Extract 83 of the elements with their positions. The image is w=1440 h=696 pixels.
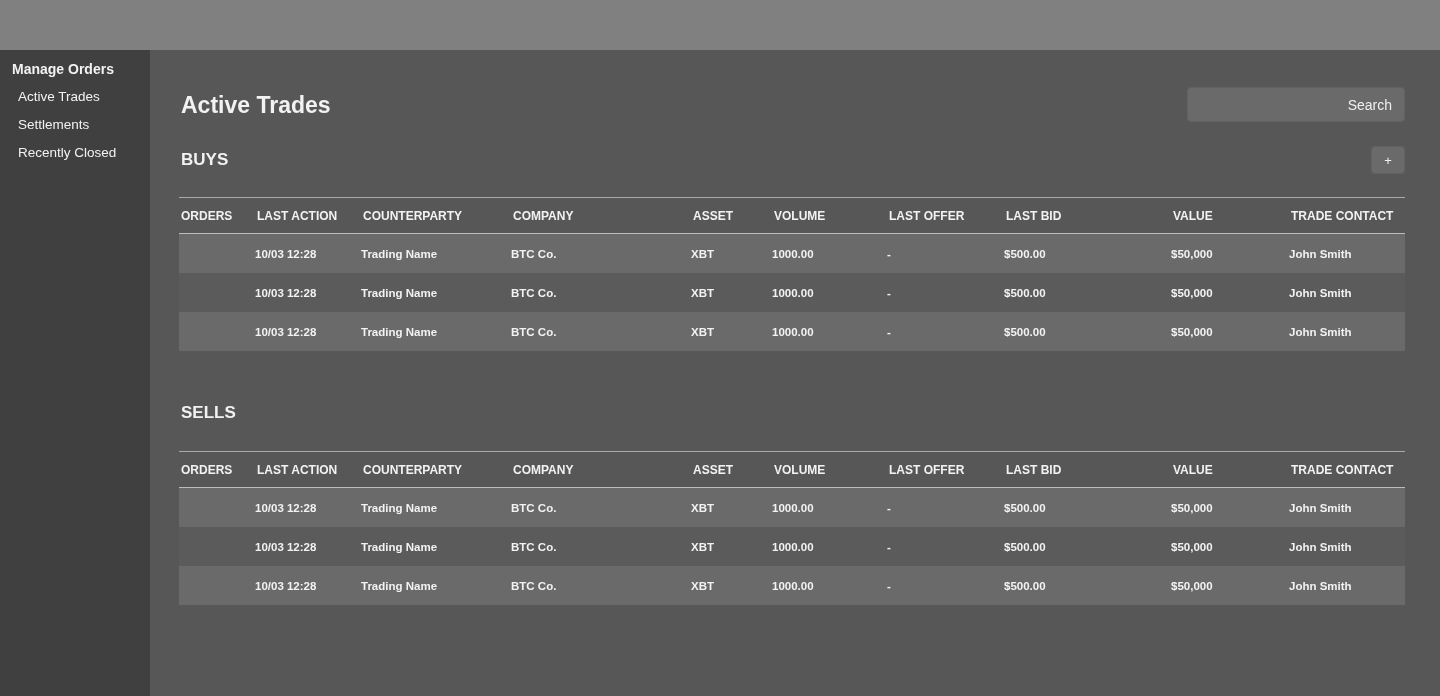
sidebar-item[interactable]: Settlements: [0, 111, 108, 139]
table-cell-text: John Smith: [1289, 325, 1353, 338]
table-cell-text: $50,000: [1171, 325, 1214, 338]
table-cell-text: -: [887, 247, 892, 260]
table-cell-text: XBT: [691, 579, 715, 592]
column-header: LAST ACTION: [256, 208, 339, 223]
table-cell-text: XBT: [691, 286, 715, 299]
table-cell-text: BTC Co.: [511, 247, 558, 260]
table-cell-text: $500.00: [1004, 325, 1047, 338]
table-cell-text: 10/03 12:28: [255, 540, 318, 553]
column-header: COUNTERPARTY: [362, 462, 464, 477]
table-cell-text: 1000.00: [772, 501, 815, 514]
table-cell-text: 10/03 12:28: [255, 579, 318, 592]
column-header: LAST ACTION: [256, 462, 339, 477]
table-cell-text: Trading Name: [361, 579, 439, 592]
table-cell-text: Trading Name: [361, 247, 439, 260]
table-cell-text: Trading Name: [361, 540, 439, 553]
column-header: VOLUME: [773, 462, 827, 477]
sidebar-heading: Manage Orders: [11, 60, 115, 78]
table-cell-text: $50,000: [1171, 501, 1214, 514]
column-header: LAST OFFER: [888, 208, 966, 223]
table-cell-text: $50,000: [1171, 247, 1214, 260]
table-cell-text: 1000.00: [772, 579, 815, 592]
table-cell-text: -: [887, 501, 892, 514]
table-cell-text: BTC Co.: [511, 501, 558, 514]
column-header: ORDERS: [180, 462, 234, 477]
table-cell-text: Trading Name: [361, 501, 439, 514]
table-cell-text: BTC Co.: [511, 540, 558, 553]
sidebar-item[interactable]: Recently Closed: [0, 139, 135, 167]
column-header: VOLUME: [773, 208, 827, 223]
search-field[interactable]: Search: [1187, 87, 1405, 122]
table-cell-text: Trading Name: [361, 286, 439, 299]
table-cell-text: 10/03 12:28: [255, 325, 318, 338]
table-cell-text: XBT: [691, 501, 715, 514]
table-cell-text: $50,000: [1171, 540, 1214, 553]
column-header: ASSET: [692, 462, 734, 477]
column-header: VALUE: [1172, 208, 1214, 223]
table-cell-text: John Smith: [1289, 247, 1353, 260]
column-header: LAST OFFER: [888, 462, 966, 477]
table-cell-text: -: [887, 540, 892, 553]
section-title: SELLS: [181, 403, 236, 423]
table-cell-text: BTC Co.: [511, 286, 558, 299]
table-cell-text: $500.00: [1004, 247, 1047, 260]
column-header: TRADE CONTACT: [1290, 208, 1395, 223]
sidebar-item[interactable]: Active Trades: [0, 83, 118, 111]
table-cell-text: BTC Co.: [511, 579, 558, 592]
column-header: COUNTERPARTY: [362, 208, 464, 223]
table-cell-text: $50,000: [1171, 579, 1214, 592]
section-title: BUYS: [181, 150, 229, 170]
table-cell-text: XBT: [691, 325, 715, 338]
table-cell-text: 10/03 12:28: [255, 286, 318, 299]
table-cell-text: $500.00: [1004, 286, 1047, 299]
table-cell-text: 1000.00: [772, 286, 815, 299]
column-header: ORDERS: [180, 208, 234, 223]
table-cell-text: XBT: [691, 540, 715, 553]
column-header: TRADE CONTACT: [1290, 462, 1395, 477]
column-header: COMPANY: [512, 208, 575, 223]
table-cell-text: John Smith: [1289, 540, 1353, 553]
table-cell-text: -: [887, 286, 892, 299]
table-cell-text: 1000.00: [772, 325, 815, 338]
table-cell-text: John Smith: [1289, 501, 1353, 514]
table-cell-text: $500.00: [1004, 540, 1047, 553]
column-header: VALUE: [1172, 462, 1214, 477]
column-header: ASSET: [692, 208, 734, 223]
table-cell-text: 1000.00: [772, 247, 815, 260]
table-cell-text: Trading Name: [361, 325, 439, 338]
column-header: LAST BID: [1005, 462, 1063, 477]
table-cell-text: John Smith: [1289, 286, 1353, 299]
table-cell-text: 10/03 12:28: [255, 247, 318, 260]
table-cell-text: $50,000: [1171, 286, 1214, 299]
table-cell-text: BTC Co.: [511, 325, 558, 338]
add-button[interactable]: +: [1371, 146, 1405, 174]
table-cell-text: 1000.00: [772, 540, 815, 553]
column-header: COMPANY: [512, 462, 575, 477]
table-cell-text: -: [887, 579, 892, 592]
page-title: Active Trades: [181, 90, 331, 120]
table-cell-text: John Smith: [1289, 579, 1353, 592]
table-cell-text: XBT: [691, 247, 715, 260]
table-cell-text: $500.00: [1004, 501, 1047, 514]
column-header: LAST BID: [1005, 208, 1063, 223]
table-cell-text: -: [887, 325, 892, 338]
table-cell-text: $500.00: [1004, 579, 1047, 592]
table-cell-text: 10/03 12:28: [255, 501, 318, 514]
